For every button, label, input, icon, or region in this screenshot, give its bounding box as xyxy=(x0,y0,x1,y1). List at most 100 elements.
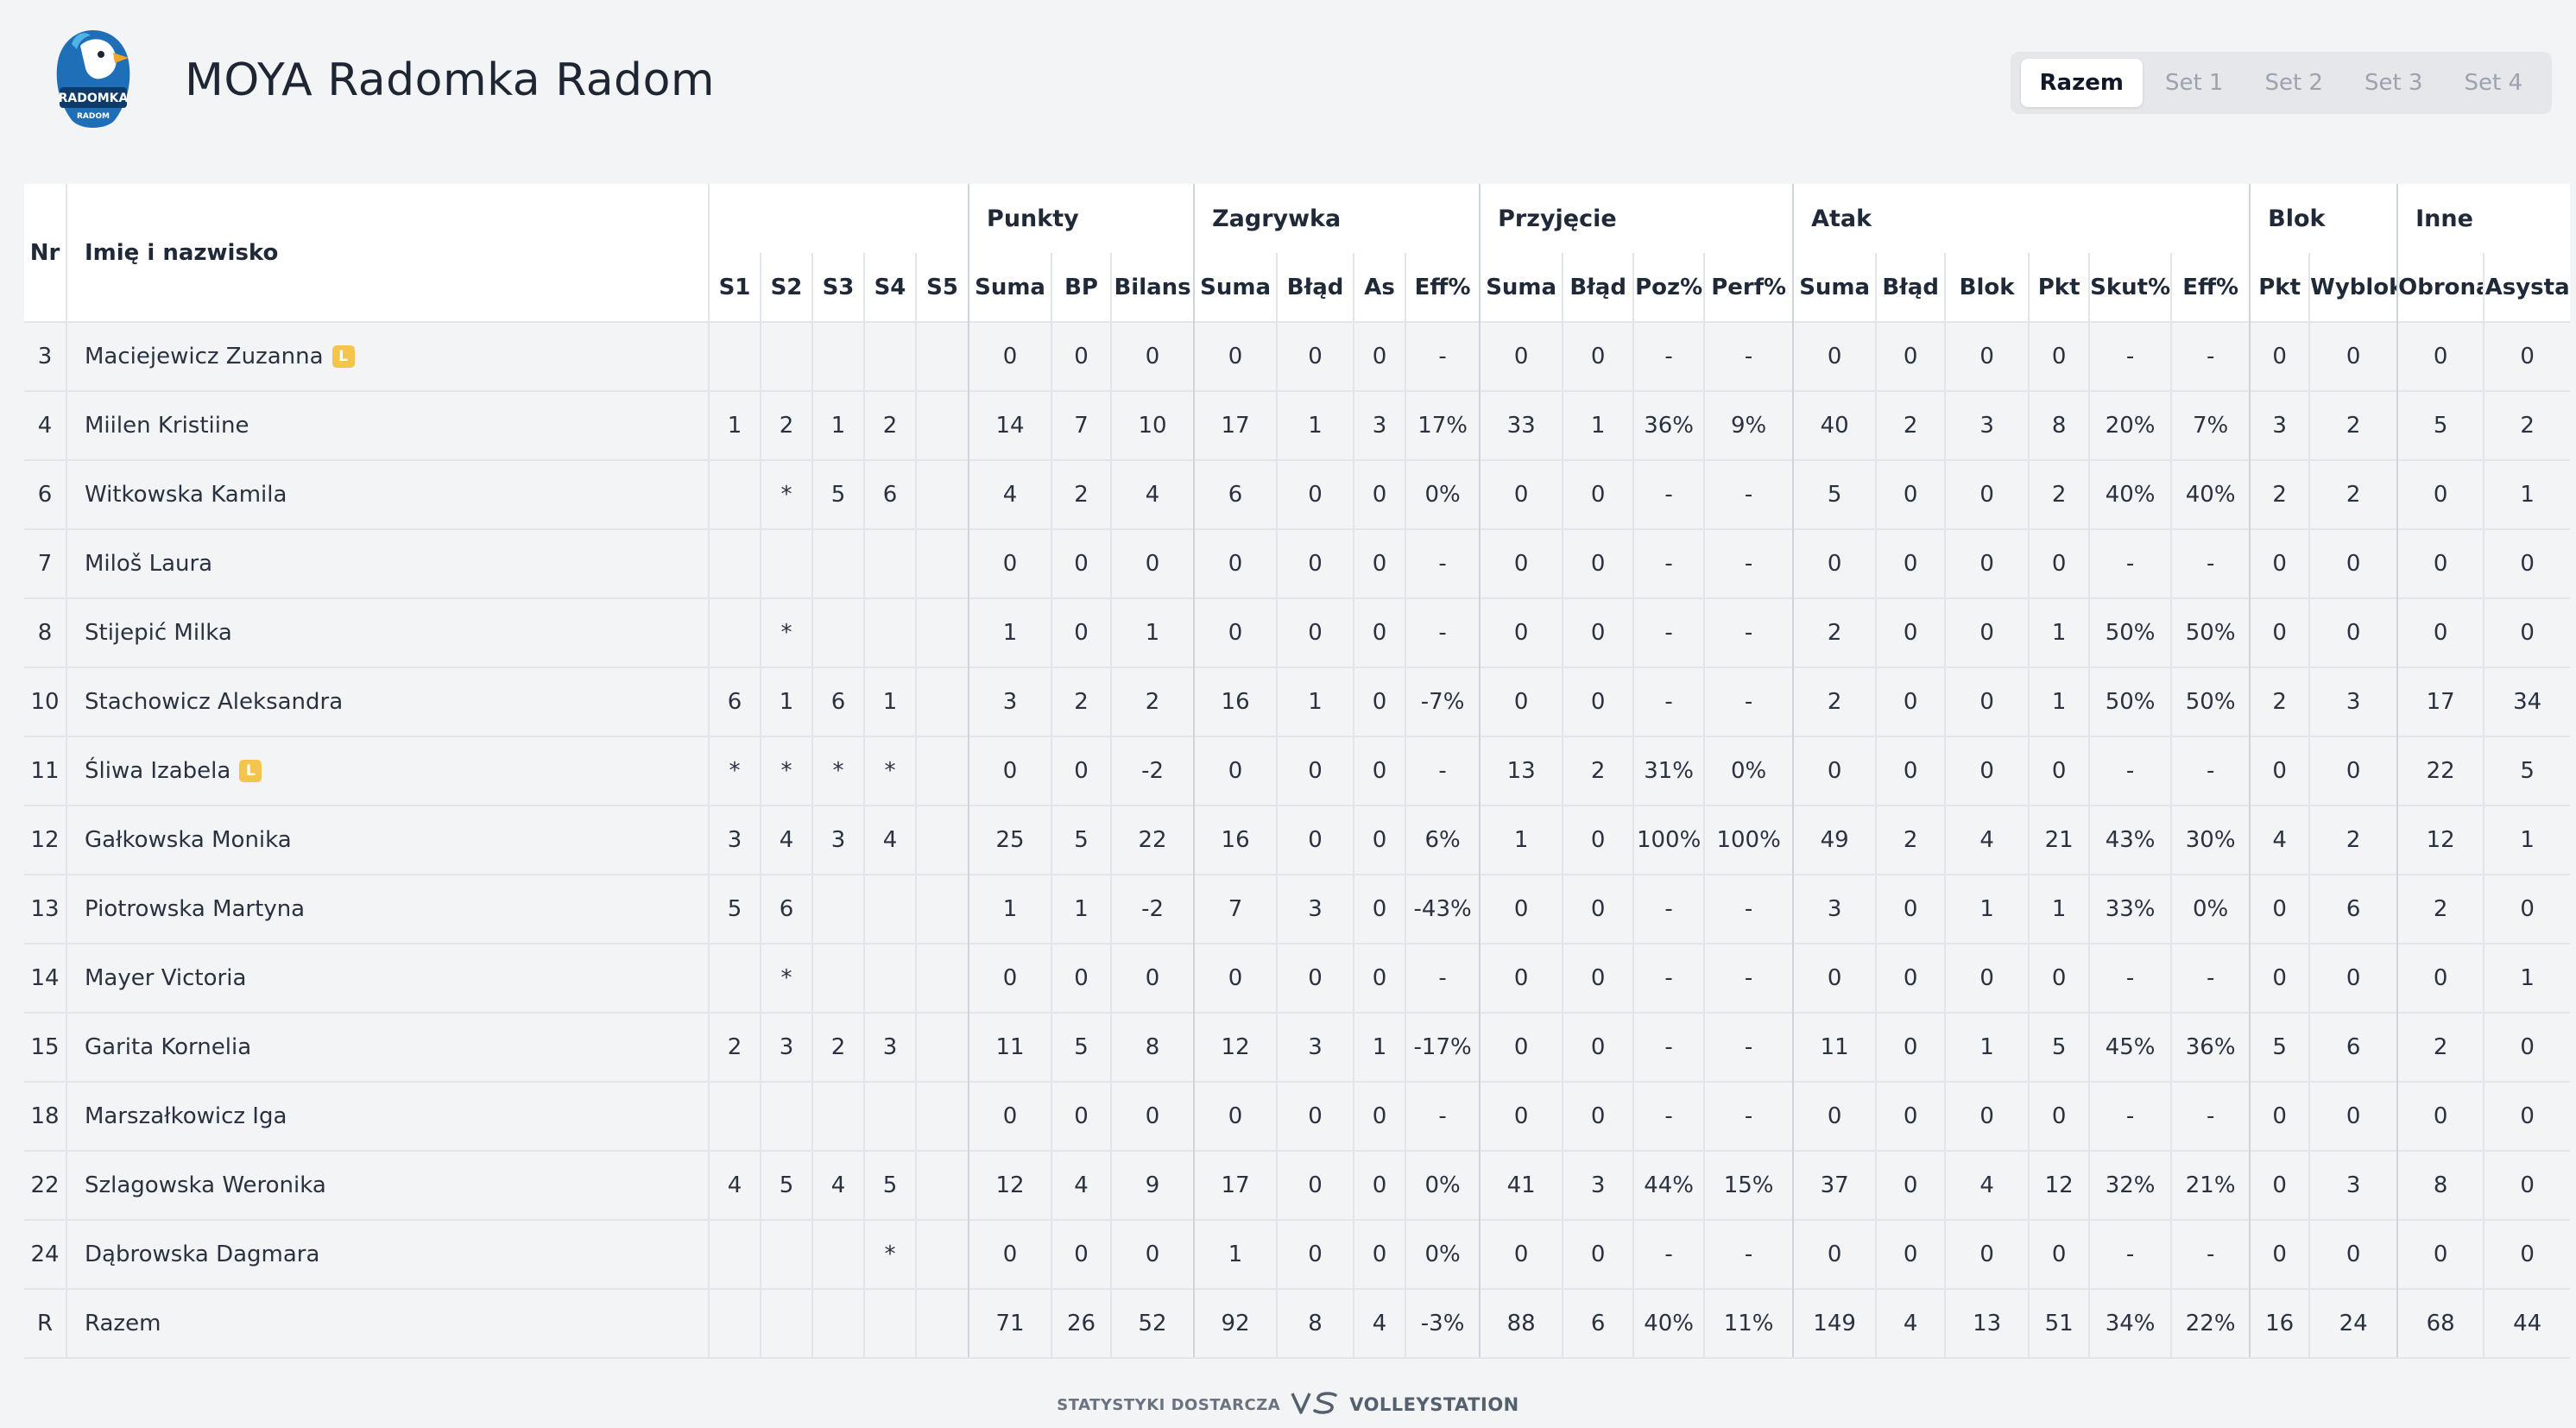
subheader-wyblok-23: Wyblok xyxy=(2308,253,2398,322)
stat-cell xyxy=(708,528,761,598)
stat-cell: 0 xyxy=(1110,943,1195,1013)
stat-cell xyxy=(708,1081,761,1151)
stat-cell: 0 xyxy=(1051,1081,1112,1151)
stat-cell: 0 xyxy=(1353,874,1406,944)
table-row[interactable]: 4 Miilen Kristiine 1 2 1 2 14 7 10 17 1 3 17% 33 1 36% 9… xyxy=(24,390,2571,460)
stat-cell: 5 xyxy=(1051,1012,1112,1082)
table-row[interactable]: R Razem 71 26 52 92 8 4 -3% 88 6 40% 11% 149 4 13 51 34% 2… xyxy=(24,1288,2571,1359)
subheader-eff--21: Eff% xyxy=(2170,253,2251,322)
stat-cell: 0% xyxy=(1405,1150,1481,1220)
stat-cell: 0 xyxy=(1353,667,1406,736)
stat-cell: 17 xyxy=(1193,1150,1278,1220)
table-row[interactable]: 6 Witkowska Kamila * 5 6 4 2 4 6 0 0 0% 0 0- -5 0 0 2 40% 4… xyxy=(24,459,2571,529)
stat-cell: 0 xyxy=(2249,874,2310,944)
stat-cell: 0 xyxy=(1110,528,1195,598)
stat-cell xyxy=(760,528,812,598)
stat-cell: 0 xyxy=(1875,528,1946,598)
stat-cell: 0 xyxy=(1875,321,1946,391)
player-name: Mayer Victoria xyxy=(85,965,247,991)
stat-cell: 0 xyxy=(1193,321,1278,391)
subheader-perf--15: Perf% xyxy=(1703,253,1794,322)
stat-cell: 2 xyxy=(2249,667,2310,736)
stat-cell: 0 xyxy=(1875,1081,1946,1151)
stat-cell: - xyxy=(2088,1219,2172,1289)
stat-cell: - xyxy=(1703,874,1794,944)
tab-set-4[interactable]: Set 4 xyxy=(2445,59,2541,107)
player-name: Razem xyxy=(85,1311,161,1336)
stat-cell xyxy=(914,1081,969,1151)
stat-cell: 1 xyxy=(2483,459,2571,529)
stat-cell: 0 xyxy=(1479,1219,1563,1289)
subheader-błąd-17: Błąd xyxy=(1875,253,1946,322)
subheader-suma-16: Suma xyxy=(1792,253,1877,322)
stat-cell: 17 xyxy=(1193,390,1278,460)
stat-cell: - xyxy=(1703,667,1794,736)
stat-cell: 0 xyxy=(1562,321,1634,391)
stat-cell: 0 xyxy=(2396,528,2484,598)
stat-cell: 40% xyxy=(1632,1288,1705,1359)
table-row[interactable]: 3 Maciejewicz Zuzanna L 0 0 0 0 0 0-0 0- -0 0 0 0- -0 0… xyxy=(24,321,2571,391)
stat-cell: 33% xyxy=(2088,874,2172,944)
subheader-s3-2: S3 xyxy=(811,253,864,322)
stat-cell: 0 xyxy=(1479,528,1563,598)
stat-cell: 0 xyxy=(1479,597,1563,667)
subheader-pkt-22: Pkt xyxy=(2249,253,2310,322)
player-name: Dąbrowska Dagmara xyxy=(85,1242,320,1267)
table-row[interactable]: 12 Gałkowska Monika 3 4 3 4 25 5 22 16 0 0 6% 1 0 100% 1… xyxy=(24,805,2571,875)
table-row[interactable]: 7 Miloš Laura 0 0 0 0 0 0-0 0- -0 0 0 0- -0 0 0 0 xyxy=(24,528,2571,598)
stat-cell: - xyxy=(1703,1219,1794,1289)
player-number: 13 xyxy=(24,874,66,944)
libero-badge: L xyxy=(239,760,262,782)
stat-cell: 5 xyxy=(1051,805,1112,875)
stat-cell: 2 xyxy=(2308,459,2398,529)
table-row[interactable]: 8 Stijepić Milka * 1 0 1 0 0 0-0 0- -2 0 0 1 50% 50% 0 0 0… xyxy=(24,597,2571,667)
tab-set-3[interactable]: Set 3 xyxy=(2346,59,2442,107)
stat-cell: - xyxy=(1632,1219,1705,1289)
stat-cell: 31% xyxy=(1632,736,1705,806)
table-row[interactable]: 13 Piotrowska Martyna 5 6 1 1 -2 7 3 0 -43% 0 0- -3 0 1… xyxy=(24,874,2571,944)
stat-cell: 0 xyxy=(2249,528,2310,598)
stat-cell: 0 xyxy=(2483,597,2571,667)
table-row[interactable]: 14 Mayer Victoria * 0 0 0 0 0 0-0 0- -0 0 0 0- -0 0 0 1 xyxy=(24,943,2571,1013)
stat-cell xyxy=(863,528,916,598)
subheader-bilans-7: Bilans xyxy=(1110,253,1195,322)
stat-cell: - xyxy=(1703,1012,1794,1082)
table-row[interactable]: 24 Dąbrowska Dagmara * 0 0 0 1 0 0 0% 0 0- -0 0 0 0- -0 0… xyxy=(24,1219,2571,1289)
stat-cell: 50% xyxy=(2088,667,2172,736)
stat-cell: 0 xyxy=(1479,459,1563,529)
tab-set-1[interactable]: Set 1 xyxy=(2146,59,2243,107)
stat-cell: 0 xyxy=(2308,1219,2398,1289)
stat-cell: 0 xyxy=(1353,1219,1406,1289)
table-row[interactable]: 22 Szlagowska Weronika 4 5 4 5 12 4 9 17 0 0 0% 41 3 44… xyxy=(24,1150,2571,1220)
stat-cell: - xyxy=(1632,1012,1705,1082)
stat-cell: 40% xyxy=(2170,459,2251,529)
table-row[interactable]: 11 Śliwa Izabela L * * * * 0 0 -2 0 0 0-13 2 31% 0% 0 0 0 0… xyxy=(24,736,2571,806)
tab-razem[interactable]: Razem xyxy=(2020,59,2143,107)
stat-cell xyxy=(914,390,969,460)
stat-cell: - xyxy=(2170,321,2251,391)
table-row[interactable]: 10 Stachowicz Aleksandra 6 1 6 1 3 2 2 16 1 0 -7% 0 0-… xyxy=(24,667,2571,736)
stat-cell: 3 xyxy=(1276,874,1354,944)
stat-cell: 0 xyxy=(1875,1012,1946,1082)
stat-cell: - xyxy=(1632,1081,1705,1151)
table-row[interactable]: 15 Garita Kornelia 2 3 2 3 11 5 8 12 3 1 -17% 0 0- -11 0… xyxy=(24,1012,2571,1082)
stat-cell: - xyxy=(1405,943,1481,1013)
stat-cell: 4 xyxy=(1944,1150,2030,1220)
stat-cell: 16 xyxy=(1193,805,1278,875)
stat-cell: 6 xyxy=(708,667,761,736)
table-row[interactable]: 18 Marszałkowicz Iga 0 0 0 0 0 0-0 0- -0 0 0 0- -0 0 0 0 xyxy=(24,1081,2571,1151)
stat-cell: * xyxy=(760,597,812,667)
stat-cell: 44% xyxy=(1632,1150,1705,1220)
stat-cell: 0 xyxy=(1562,528,1634,598)
stat-cell: 0 xyxy=(1562,874,1634,944)
stat-cell: 5 xyxy=(2483,736,2571,806)
stat-cell: 5 xyxy=(1792,459,1877,529)
player-name: Miloš Laura xyxy=(85,551,213,577)
stat-cell: 21% xyxy=(2170,1150,2251,1220)
stat-cell: 0 xyxy=(2396,1081,2484,1151)
table-body: 3 Maciejewicz Zuzanna L 0 0 0 0 0 0-0 0- -0 0 0 0- -0 0… xyxy=(24,321,2571,1359)
stat-cell: 0 xyxy=(2249,1081,2310,1151)
tab-set-2[interactable]: Set 2 xyxy=(2245,59,2342,107)
stat-cell: 0 xyxy=(1276,805,1354,875)
subheader-s4-3: S4 xyxy=(863,253,916,322)
